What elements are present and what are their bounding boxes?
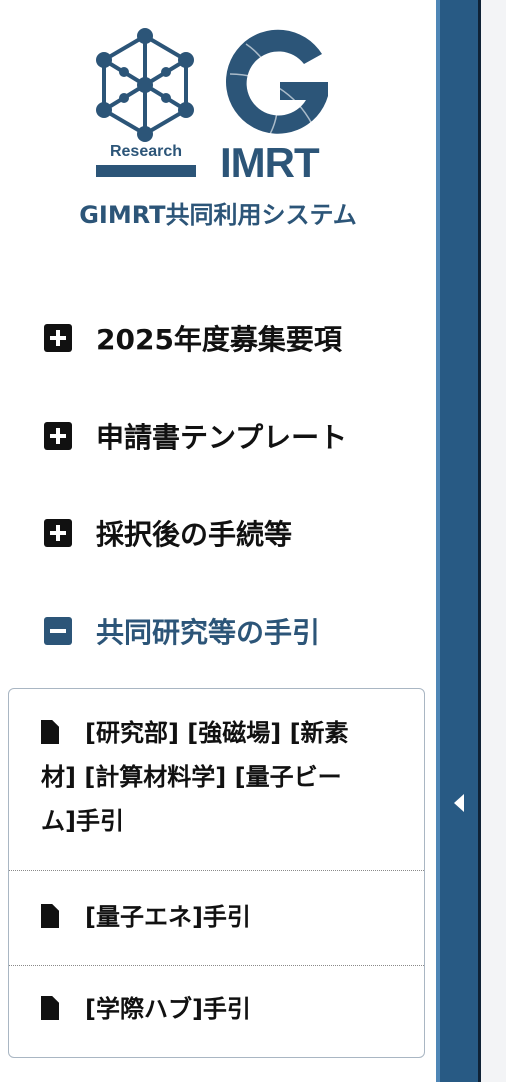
imrt-label: IMRT: [220, 139, 320, 186]
research-underline: [96, 165, 196, 177]
file-icon: [41, 904, 59, 928]
submenu-item-interdisciplinary-hub-guide[interactable]: [学際ハブ]手引: [9, 987, 424, 1031]
research-label: Research: [109, 143, 183, 160]
plus-square-icon: [44, 422, 72, 450]
menu-item-application-templates[interactable]: 申請書テンプレート: [44, 416, 347, 456]
menu-item-post-adoption-procedures[interactable]: 採択後の手続等: [44, 513, 292, 553]
main-content-area: [481, 0, 506, 1082]
minus-square-icon: [44, 617, 72, 645]
menu-item-label: 共同研究等の手引: [96, 616, 321, 649]
plus-square-icon: [44, 324, 72, 352]
divider: [9, 965, 424, 966]
submenu-item-label: [学際ハブ]手引: [85, 995, 251, 1023]
divider: [9, 870, 424, 871]
submenu-panel: [研究部] [強磁場] [新素 材] [計算材料学] [量子ビー ム]手引 [量…: [8, 688, 425, 1058]
submenu-item-label-line2: 材] [計算材料学] [量子ビー: [41, 763, 342, 791]
sidebar-collapse-toggle[interactable]: [440, 0, 478, 1082]
sidebar: Research IMRT GIMRT共同利用システム 2025年度募集要項 申…: [0, 0, 436, 1082]
menu-item-label: 採択後の手続等: [96, 518, 293, 551]
submenu-item-quantum-energy-guide[interactable]: [量子エネ]手引: [9, 895, 424, 939]
submenu-item-label-line3: ム]手引: [41, 807, 124, 835]
file-icon: [41, 720, 59, 744]
submenu-item-research-guide[interactable]: [研究部] [強磁場] [新素 材] [計算材料学] [量子ビー ム]手引: [9, 711, 424, 843]
menu-item-label: 2025年度募集要項: [96, 323, 342, 356]
system-title: GIMRT共同利用システム: [79, 201, 357, 229]
menu-item-joint-research-guide[interactable]: 共同研究等の手引: [44, 611, 320, 651]
submenu-item-label: [量子エネ]手引: [85, 903, 251, 931]
file-icon: [41, 996, 59, 1020]
caret-left-icon: [454, 794, 464, 812]
research-network-icon: [96, 28, 194, 142]
menu-item-label: 申請書テンプレート: [96, 421, 348, 454]
menu-item-2025-recruitment[interactable]: 2025年度募集要項: [44, 318, 342, 358]
gimrt-g-logo-icon: [226, 29, 328, 135]
plus-square-icon: [44, 519, 72, 547]
submenu-item-label-line1: [研究部] [強磁場] [新素: [85, 719, 349, 747]
